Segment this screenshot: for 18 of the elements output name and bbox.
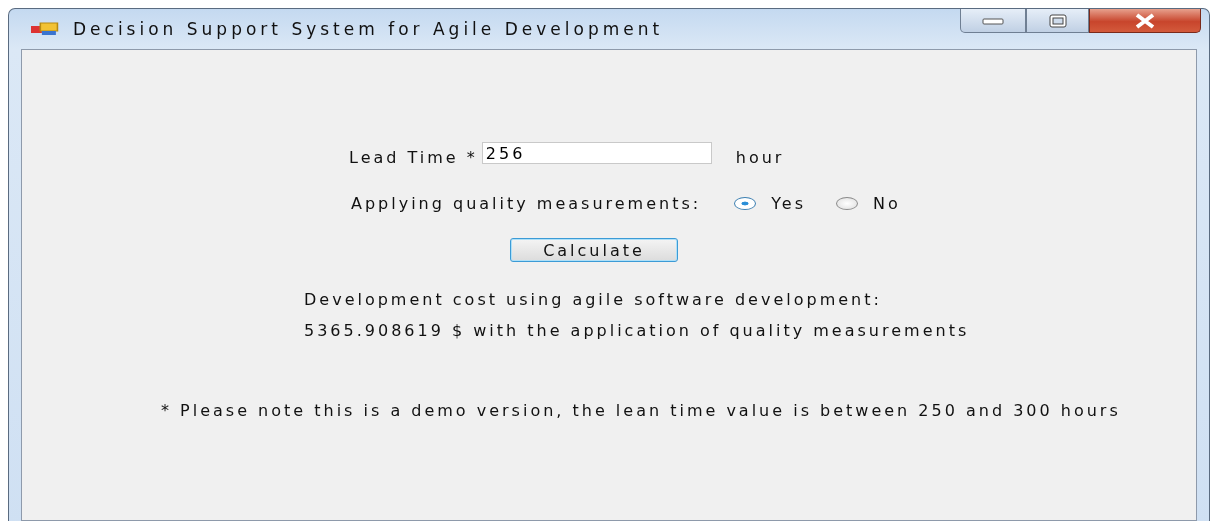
window-title: Decision Support System for Agile Development [73,19,664,39]
radio-option[interactable]: Yes [734,194,806,213]
note-text: * Please note this is a demo version, the lean time value is between 250 and 300 hours [161,401,1122,420]
close-icon [1133,12,1157,29]
minimize-button[interactable] [960,9,1026,33]
close-button[interactable] [1089,9,1201,33]
app-icon [31,22,59,36]
minimize-icon [982,16,1004,25]
question-label: Applying quality measurements: [351,194,702,213]
maximize-icon [1048,13,1067,28]
radio-option[interactable]: No [836,194,901,213]
maximize-button[interactable] [1026,9,1089,33]
calculate-button[interactable]: Calculate [510,238,678,262]
result-text: 5365.908619 $ with the application of quality measurements [304,321,971,342]
unit-label: hour [735,147,785,167]
result-text: Development cost using agile software development: [304,290,883,311]
lead-time-field[interactable]: 256 [481,142,712,164]
field-label: Lead Time * [349,147,478,167]
